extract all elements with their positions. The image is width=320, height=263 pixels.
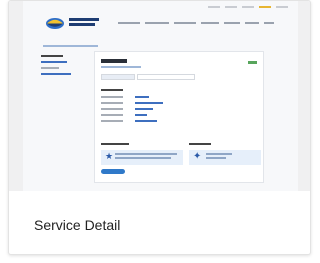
logo-wordmark [69,18,99,26]
preview-top-links [208,6,288,8]
preview-status-badge [248,61,257,64]
preview-service-title [101,59,127,63]
preview-thumbnail: ★ ✦ [9,1,310,191]
preview-field-row [101,114,147,116]
logo-icon [46,18,64,29]
preview-field-row [101,96,149,98]
preview-review-button [101,169,125,174]
preview-service-subtitle [101,66,141,68]
preview-section-heading [101,89,123,91]
preview-field-row [101,108,153,110]
preview-tabs [101,74,195,80]
preview-page: ★ ✦ [23,1,298,191]
card-title[interactable]: Service Detail [34,217,120,233]
preview-nav-menu [118,22,274,24]
preview-vendor-text [206,153,232,159]
preview-reviews-heading [101,143,129,145]
preview-vendors-heading [189,143,211,145]
preview-review-text [115,153,177,159]
handshake-icon: ✦ [193,151,202,162]
service-detail-card[interactable]: ★ ✦ Service Detail [8,0,311,255]
preview-field-row [101,120,157,122]
preview-sidebar [41,55,83,79]
star-icon: ★ [105,151,114,161]
preview-field-row [101,102,163,104]
preview-breadcrumb [43,45,98,47]
preview-detail-panel: ★ ✦ [94,51,264,183]
